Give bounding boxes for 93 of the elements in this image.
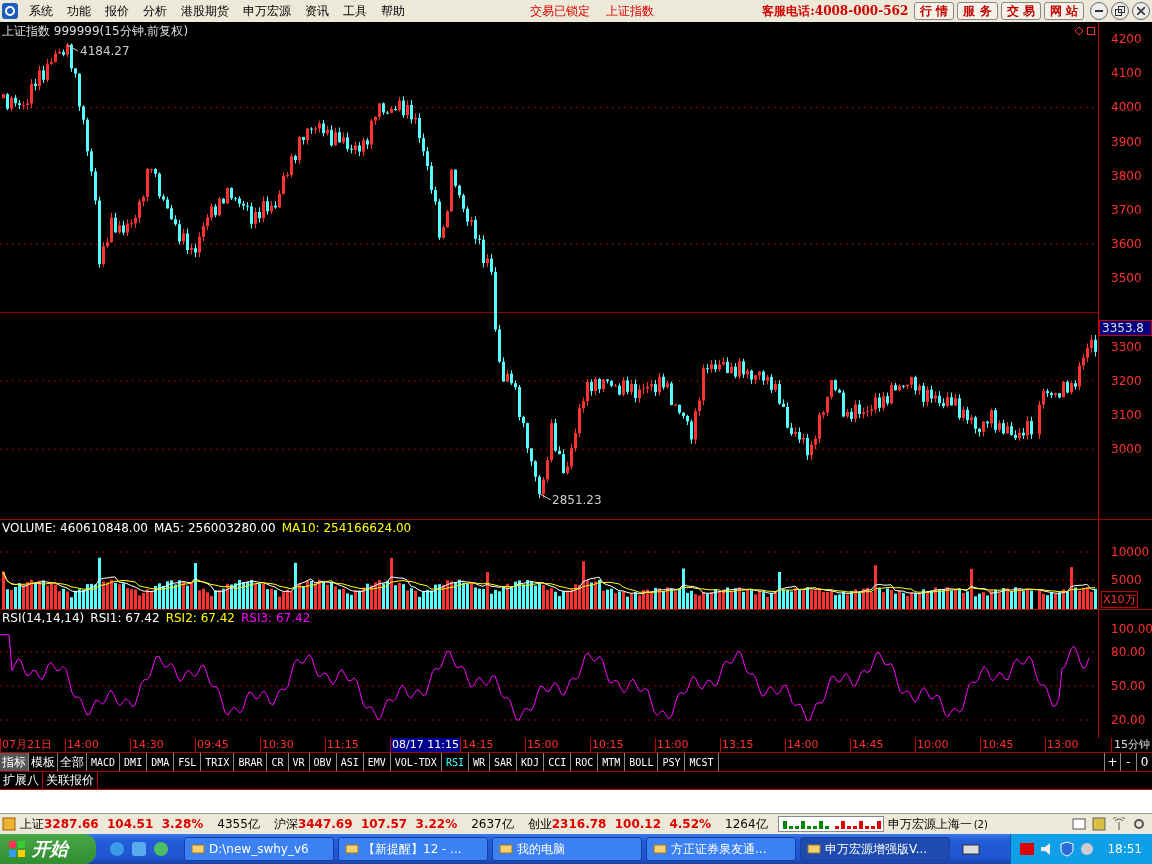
start-button[interactable]: 开始 xyxy=(0,834,96,864)
window-icon[interactable] xyxy=(1072,817,1086,831)
rsi-legend: RSI3: 67.42 xyxy=(241,611,311,625)
low-price-label: 2851.23 xyxy=(552,493,602,507)
price-axis-label: 4100 xyxy=(1111,66,1142,81)
nav-button[interactable]: 交 易 xyxy=(1000,2,1041,20)
taskbar-window[interactable]: D:\new_swhy_v6 xyxy=(184,837,334,861)
rsi-legend: RSI2: 67.42 xyxy=(165,611,235,625)
clock-text: 18:51 xyxy=(1107,842,1142,856)
price-axis-label: 3800 xyxy=(1111,168,1142,183)
menu-item[interactable]: 港股期货 xyxy=(174,2,236,20)
price-axis-label: 3900 xyxy=(1111,134,1142,149)
menu-item[interactable]: 功能 xyxy=(60,2,98,20)
status-text: 交易已锁定 xyxy=(529,2,591,20)
index-quote: 3447.69 107.57 3.22% xyxy=(297,817,458,831)
status-icon[interactable] xyxy=(2,817,16,831)
taskbar-window[interactable]: 【新提醒】12 - ... xyxy=(338,837,488,861)
volume-axis-label: 5000 xyxy=(1111,573,1142,587)
shield-icon[interactable] xyxy=(1059,841,1076,857)
minimize-button[interactable] xyxy=(1090,2,1108,20)
index-name: 创业 xyxy=(527,815,552,833)
price-axis-label: 3300 xyxy=(1111,339,1142,354)
nav-button[interactable]: 行 情 xyxy=(914,2,955,20)
chart-title: 上证指数 999999(15分钟.前复权) xyxy=(2,23,189,40)
time-axis-label: 08/17 11:15 xyxy=(390,738,460,752)
volume-unit-label: X10万 xyxy=(1101,591,1138,608)
rsi-axis-label: 50.00 xyxy=(1111,678,1146,693)
turnover-text: 4355亿 xyxy=(217,815,260,833)
view-tab[interactable]: 指标 xyxy=(0,753,29,771)
bottom-tab[interactable]: 扩展八 xyxy=(0,772,43,789)
view-tab[interactable]: 模板 xyxy=(29,753,58,771)
volume-legend: VOLUME: 460610848.00 xyxy=(2,521,148,535)
server-name: 申万宏源上海一 xyxy=(887,815,972,833)
window-icon xyxy=(653,844,667,854)
rsi-legend: RSI(14,14,14) xyxy=(2,611,85,625)
index-name: 上证 xyxy=(20,815,44,833)
menu-item[interactable]: 帮助 xyxy=(374,2,412,20)
turnover-text: 1264亿 xyxy=(725,815,768,833)
rsi-legend: RSI1: 67.42 xyxy=(90,611,160,625)
taskbar-window[interactable]: 申万宏源增强版V... xyxy=(800,837,950,861)
index-quote: 3287.66 104.51 3.28% xyxy=(44,817,204,831)
menu-item[interactable]: 申万宏源 xyxy=(236,2,298,20)
app-logo-icon xyxy=(2,3,18,19)
volume-legend: MA5: 256003280.00 xyxy=(153,521,276,535)
price-axis-label: 4200 xyxy=(1111,32,1142,46)
volume-axis-label: 10000 xyxy=(1111,545,1150,559)
leader-line xyxy=(66,44,79,52)
price-axis-label: 3200 xyxy=(1111,374,1142,388)
nav-button[interactable]: 网 站 xyxy=(1043,2,1084,20)
restore-icon xyxy=(1115,6,1125,16)
rsi-axis-label: 20.00 xyxy=(1111,713,1146,727)
price-axis-label: 3600 xyxy=(1111,237,1142,252)
volume-legend: MA10: 254166624.00 xyxy=(281,521,412,535)
chart-options-icon[interactable] xyxy=(1074,26,1096,36)
menu-item[interactable]: 报价 xyxy=(98,2,136,20)
menu-item[interactable]: 工具 xyxy=(336,2,374,20)
rsi-axis-label: 100.00 xyxy=(1111,622,1152,636)
price-axis-label: 3700 xyxy=(1111,203,1142,217)
window-icon xyxy=(807,844,821,854)
index-name: 沪深 xyxy=(273,815,298,833)
rsi-axis-label: 80.00 xyxy=(1111,644,1146,659)
signal-icon[interactable] xyxy=(1112,817,1126,831)
restore-button[interactable] xyxy=(1111,2,1129,20)
turnover-text: 2637亿 xyxy=(471,815,514,833)
taskbar-window[interactable]: 方正证券泉友通... xyxy=(646,837,796,861)
status-text: 上证指数 xyxy=(605,2,655,20)
price-axis-label: 3100 xyxy=(1111,408,1142,423)
index-quote: 2316.78 100.12 4.52% xyxy=(551,817,712,831)
period-label[interactable]: 15分钟 xyxy=(1111,738,1152,752)
menu-item[interactable]: 分析 xyxy=(136,2,174,20)
price-axis-label: 3000 xyxy=(1111,442,1142,457)
app-icon[interactable] xyxy=(130,840,148,858)
close-icon xyxy=(1137,7,1145,15)
menu-item[interactable]: 系统 xyxy=(22,2,60,20)
view-tab[interactable]: 全部 xyxy=(58,753,87,771)
windows-logo-icon xyxy=(8,840,26,858)
menu-item[interactable]: 资讯 xyxy=(298,2,336,20)
bottom-tab[interactable]: 关联报价 xyxy=(43,772,98,789)
minimize-icon xyxy=(1095,10,1103,12)
taskbar-window[interactable]: 我的电脑 xyxy=(492,837,642,861)
high-price-label: 4184.27 xyxy=(80,44,130,58)
server-count: (2) xyxy=(973,818,988,830)
price-axis-label: 4000 xyxy=(1111,100,1142,115)
price-axis-label: 3500 xyxy=(1111,271,1142,286)
close-button[interactable] xyxy=(1132,2,1150,20)
nav-button[interactable]: 服 务 xyxy=(957,2,998,20)
leader-line xyxy=(539,493,552,501)
window-icon xyxy=(499,844,513,854)
window-icon xyxy=(345,844,359,854)
window-icon xyxy=(191,844,205,854)
zoom-button[interactable]: + xyxy=(1104,753,1120,771)
hotline-text: 客服电话:4008-000-562 xyxy=(762,2,909,20)
current-price-label: 3353.8 xyxy=(1099,320,1152,337)
